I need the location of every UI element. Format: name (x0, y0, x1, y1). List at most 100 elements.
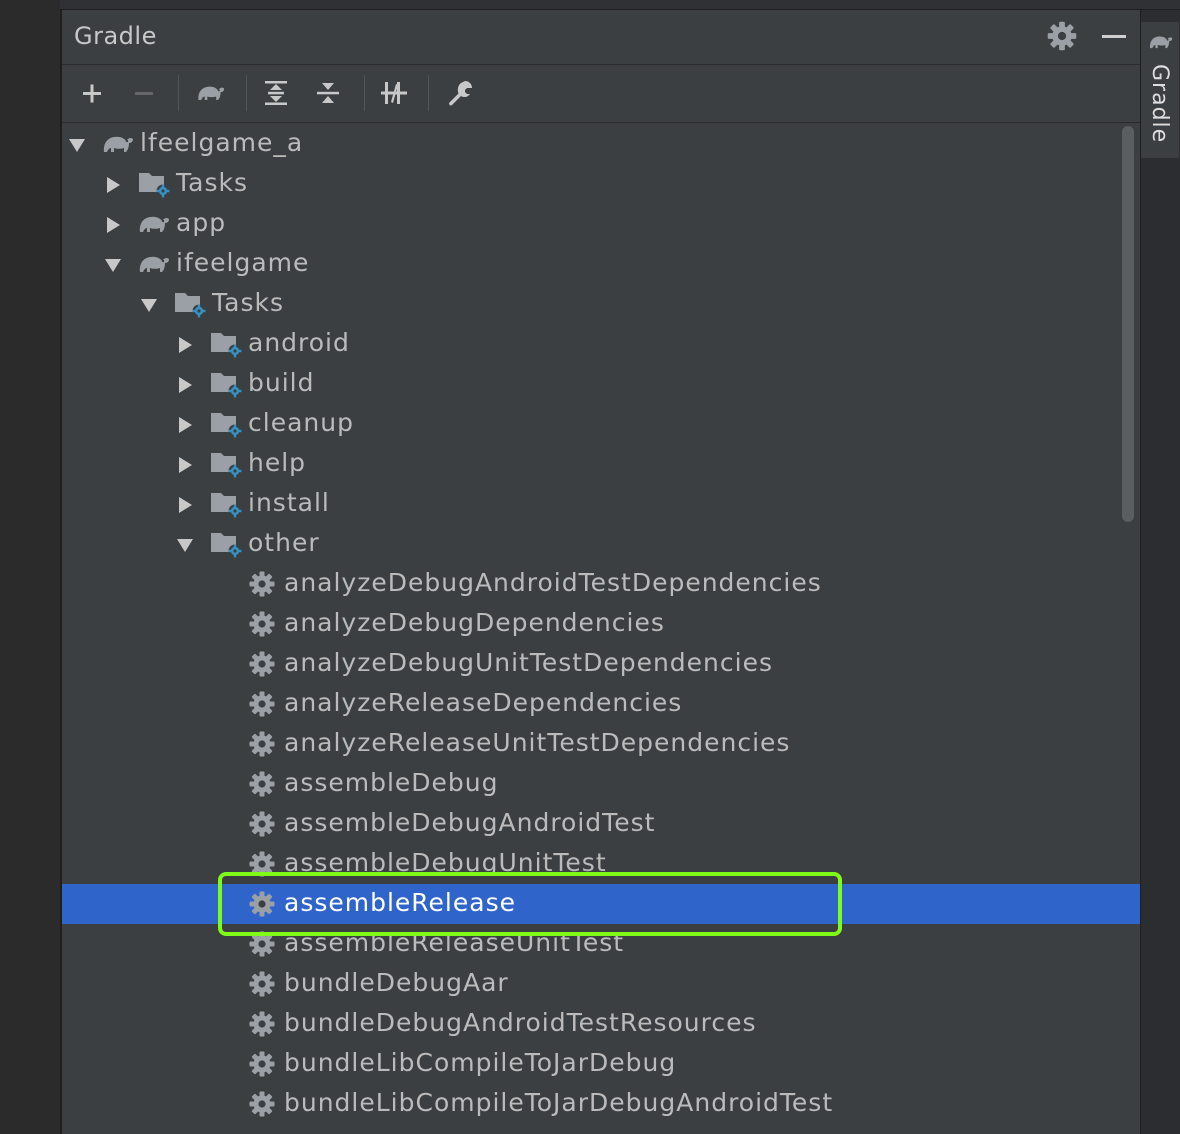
collapsed-arrow-icon[interactable] (176, 456, 194, 474)
side-tab-label: Gradle (1147, 64, 1172, 144)
hide-minimize-icon[interactable] (1102, 35, 1126, 38)
gradle-toolbar (62, 65, 1140, 123)
expand-all-icon[interactable] (254, 73, 298, 113)
tree-node-label: build (248, 368, 315, 397)
task-folder-icon (138, 170, 172, 198)
tree-node-app[interactable]: app (62, 204, 1140, 244)
tree-node-label: lfeelgame_a (140, 128, 304, 157)
task-row[interactable]: bundleDebugAndroidTestResources (62, 1004, 1140, 1044)
task-gear-icon (248, 1090, 276, 1118)
tree-node-label: ifeelgame (176, 248, 310, 277)
task-row[interactable]: analyzeDebugUnitTestDependencies (62, 644, 1140, 684)
toolbar-separator (428, 75, 429, 111)
task-row-selected[interactable]: assembleRelease (62, 884, 1140, 924)
collapsed-arrow-icon[interactable] (176, 416, 194, 434)
tree-node-label: help (248, 448, 307, 477)
task-folder-icon (174, 290, 208, 318)
task-label: assembleRelease (284, 888, 516, 917)
tree-node-group-other[interactable]: other (62, 524, 1140, 564)
collapsed-arrow-icon[interactable] (104, 216, 122, 234)
expanded-arrow-icon[interactable] (104, 256, 122, 274)
gradle-elephant-icon (1147, 30, 1173, 54)
task-gear-icon (248, 770, 276, 798)
task-folder-icon (210, 330, 244, 358)
vertical-scrollbar[interactable] (1118, 124, 1140, 1134)
gradle-project-icon (100, 130, 134, 158)
expanded-arrow-icon[interactable] (176, 536, 194, 554)
toggle-offline-icon[interactable] (372, 73, 416, 113)
task-gear-icon (248, 810, 276, 838)
tree-node-label: cleanup (248, 408, 354, 437)
remove-icon[interactable] (122, 73, 166, 113)
task-label: bundleLibCompileToJarDebugAndroidTest (284, 1088, 834, 1117)
task-row[interactable]: analyzeReleaseUnitTestDependencies (62, 724, 1140, 764)
task-gear-icon (248, 650, 276, 678)
task-gear-icon (248, 1050, 276, 1078)
task-gear-icon (248, 1010, 276, 1038)
task-row[interactable]: assembleDebugAndroidTest (62, 804, 1140, 844)
task-label: bundleDebugAar (284, 968, 509, 997)
task-label: analyzeDebugDependencies (284, 608, 665, 637)
collapsed-arrow-icon[interactable] (176, 336, 194, 354)
task-gear-icon (248, 850, 276, 878)
task-gear-icon (248, 570, 276, 598)
tree-node-root-tasks[interactable]: Tasks (62, 164, 1140, 204)
toolbar-separator (364, 75, 365, 111)
task-row[interactable]: bundleLibCompileToJarDebugAndroidTest (62, 1084, 1140, 1124)
tree-node-label: other (248, 528, 320, 557)
tree-node-label: android (248, 328, 350, 357)
add-icon[interactable] (70, 73, 114, 113)
tree-node-module[interactable]: ifeelgame (62, 244, 1140, 284)
tree-node-group-build[interactable]: build (62, 364, 1140, 404)
collapsed-arrow-icon[interactable] (176, 496, 194, 514)
wrench-icon[interactable] (438, 73, 482, 113)
task-folder-icon (210, 530, 244, 558)
task-label: analyzeReleaseUnitTestDependencies (284, 728, 791, 757)
gradle-module-icon (136, 250, 170, 278)
toolbar-separator (246, 75, 247, 111)
task-gear-icon (248, 890, 276, 918)
tree-node-module-tasks[interactable]: Tasks (62, 284, 1140, 324)
expanded-arrow-icon[interactable] (68, 136, 86, 154)
collapsed-arrow-icon[interactable] (176, 376, 194, 394)
task-label: assembleDebugUnitTest (284, 848, 607, 877)
task-label: assembleDebugAndroidTest (284, 808, 656, 837)
tree-node-label: Tasks (176, 168, 248, 197)
scrollbar-thumb[interactable] (1122, 126, 1134, 522)
tree-node-group-help[interactable]: help (62, 444, 1140, 484)
right-tool-stripe (1140, 10, 1180, 1134)
task-row[interactable]: analyzeDebugDependencies (62, 604, 1140, 644)
task-row[interactable]: bundleDebugAar (62, 964, 1140, 1004)
settings-gear-icon[interactable] (1046, 20, 1078, 52)
task-label: assembleDebug (284, 768, 499, 797)
tree-node-group-cleanup[interactable]: cleanup (62, 404, 1140, 444)
collapse-all-icon[interactable] (306, 73, 350, 113)
task-gear-icon (248, 690, 276, 718)
task-folder-icon (210, 490, 244, 518)
task-row[interactable]: bundleLibCompileToJarDebug (62, 1044, 1140, 1084)
top-border (60, 0, 1180, 10)
collapsed-arrow-icon[interactable] (104, 176, 122, 194)
task-row[interactable]: analyzeReleaseDependencies (62, 684, 1140, 724)
task-folder-icon (210, 370, 244, 398)
tree-node-group-android[interactable]: android (62, 324, 1140, 364)
tree-node-group-install[interactable]: install (62, 484, 1140, 524)
tree-node-label: Tasks (212, 288, 284, 317)
task-row[interactable]: assembleReleaseUnitTest (62, 924, 1140, 964)
tree-node-root[interactable]: lfeelgame_a (62, 124, 1140, 164)
task-row[interactable]: analyzeDebugAndroidTestDependencies (62, 564, 1140, 604)
tree-node-label: app (176, 208, 227, 237)
task-gear-icon (248, 930, 276, 958)
task-row[interactable]: assembleDebug (62, 764, 1140, 804)
task-gear-icon (248, 610, 276, 638)
task-row[interactable]: assembleDebugUnitTest (62, 844, 1140, 884)
expanded-arrow-icon[interactable] (140, 296, 158, 314)
task-label: analyzeReleaseDependencies (284, 688, 683, 717)
tree-node-label: install (248, 488, 330, 517)
task-label: assembleReleaseUnitTest (284, 928, 625, 957)
gradle-elephant-icon[interactable] (188, 73, 232, 113)
gradle-tool-window: Gradle lfeelgame_a Tasks app ifeelgame T… (62, 10, 1140, 1134)
gradle-side-tab[interactable]: Gradle (1141, 22, 1179, 158)
task-label: bundleDebugAndroidTestResources (284, 1008, 757, 1037)
task-gear-icon (248, 970, 276, 998)
